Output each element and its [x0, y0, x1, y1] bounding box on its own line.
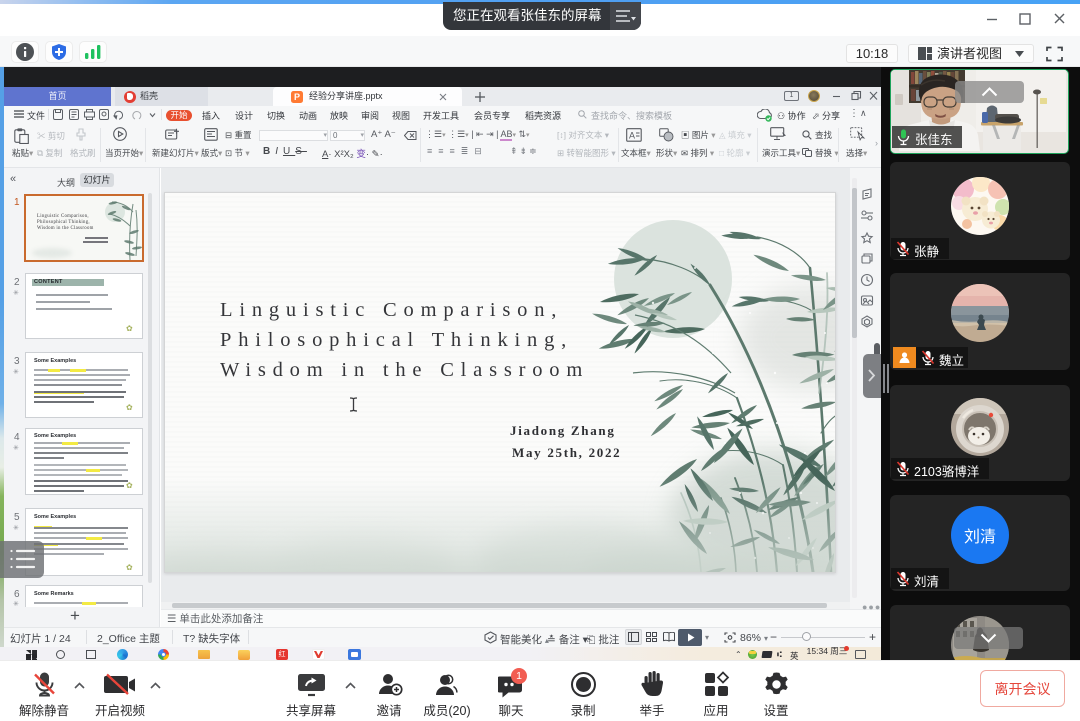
svg-text:A: A	[629, 131, 635, 141]
